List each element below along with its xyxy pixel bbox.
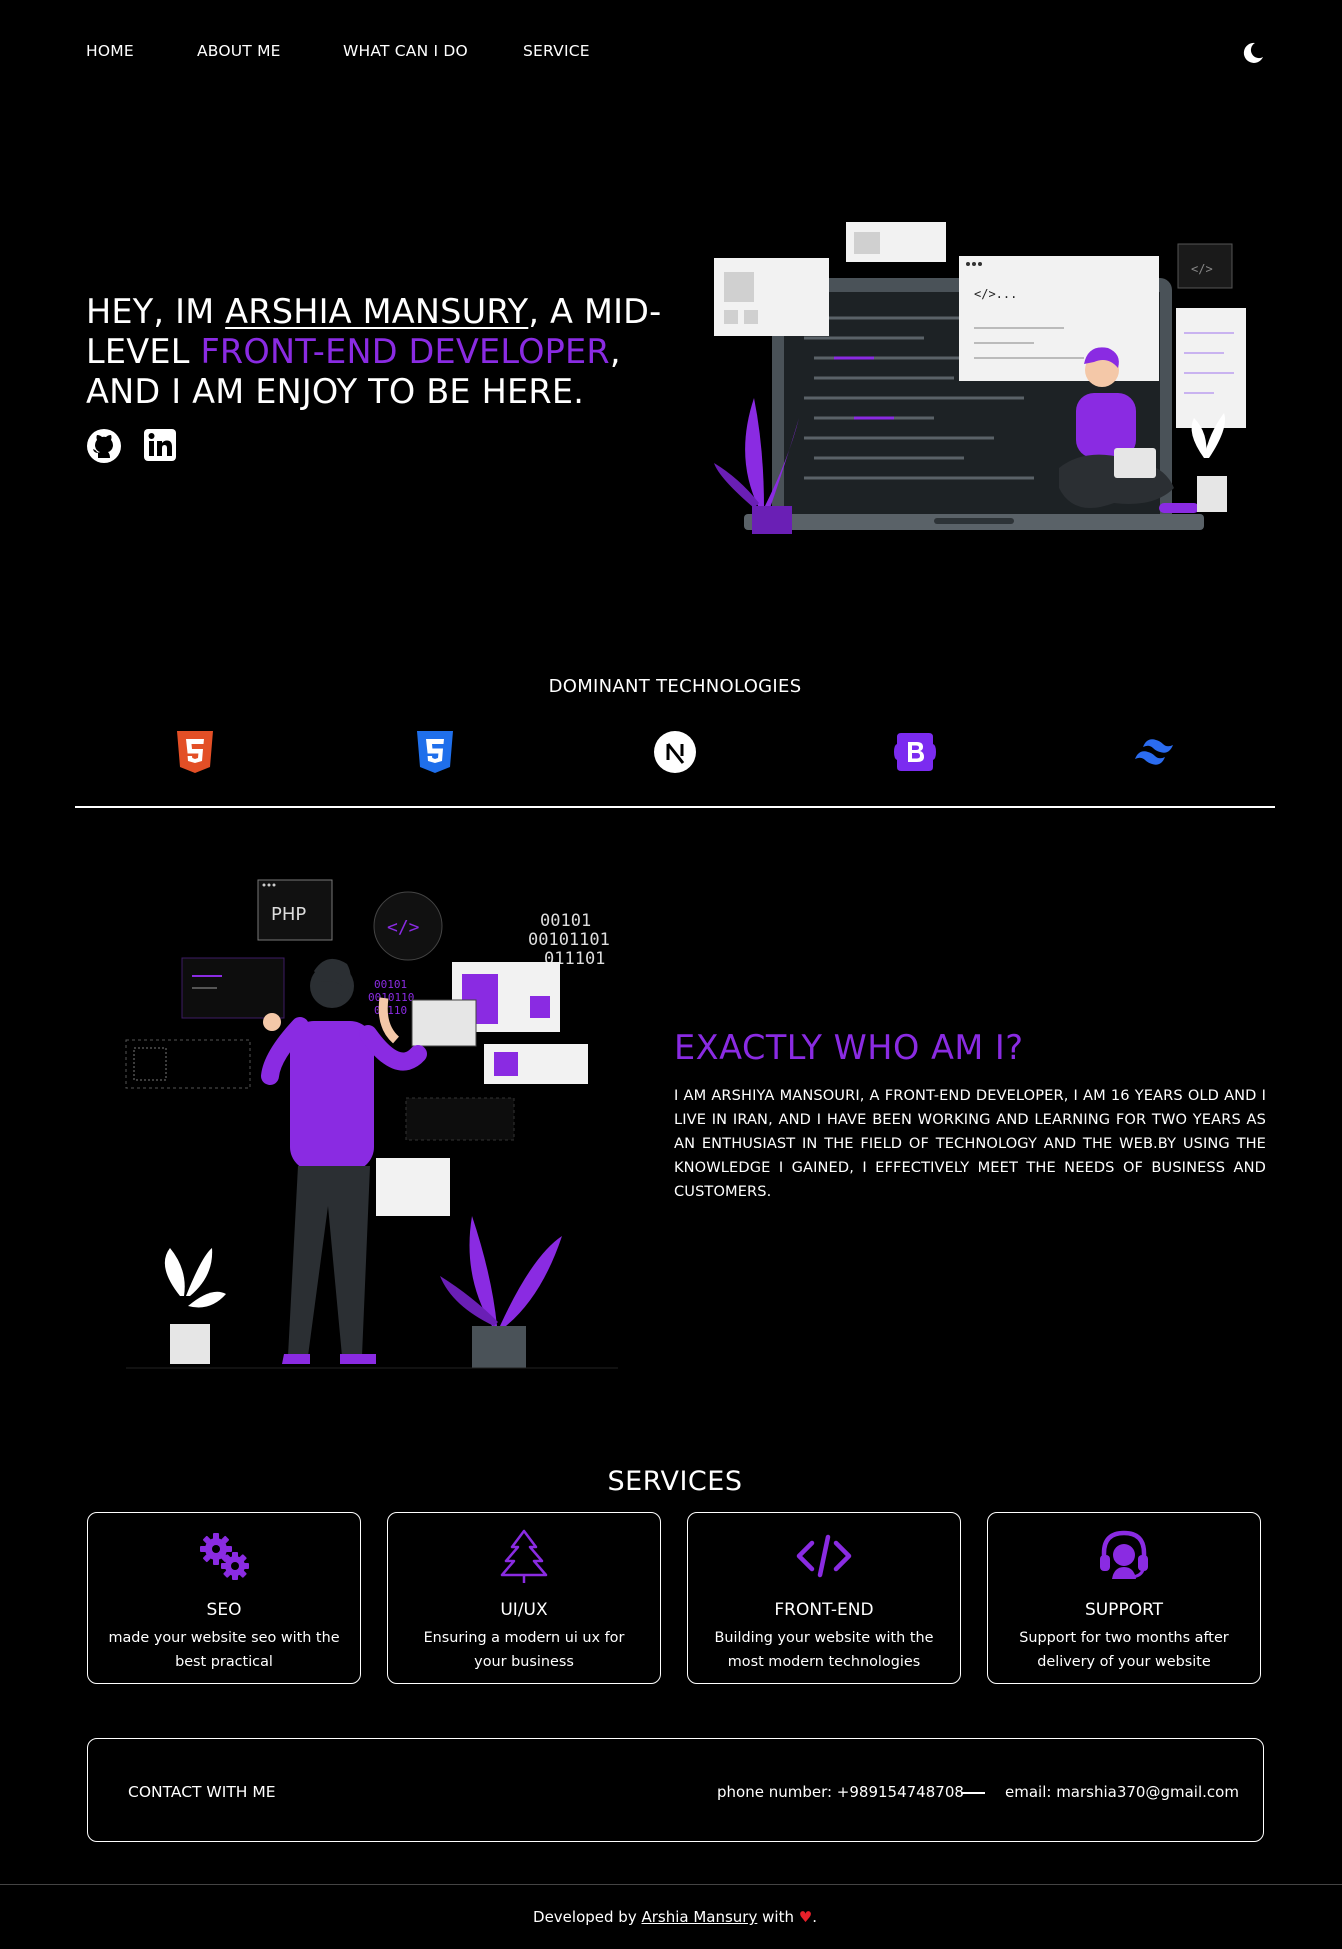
about-paragraph: I AM ARSHIYA MANSOURI, A FRONT-END DEVEL…: [674, 1087, 1266, 1200]
binary-small-1: 00101: [374, 978, 407, 991]
tailwind-icon: [1135, 739, 1173, 765]
nav-home-link[interactable]: HOME: [86, 42, 134, 60]
service-title: SEO: [206, 1600, 242, 1620]
hero-text-part: AND I AM ENJOY TO BE HERE.: [86, 372, 585, 411]
service-card-support: SUPPORT Support for two months after del…: [987, 1512, 1261, 1684]
github-icon[interactable]: [86, 428, 122, 464]
heart-icon: ♥: [798, 1908, 813, 1926]
php-label: PHP: [271, 904, 306, 925]
gears-icon: [200, 1533, 249, 1580]
hero-text-part: HEY, IM: [86, 292, 226, 331]
service-desc: Ensuring a modern ui ux for your busines…: [423, 1630, 625, 1670]
hero-text-part: LEVEL: [86, 332, 201, 371]
headset-icon: [1100, 1530, 1148, 1579]
hero-text-part: ,: [609, 332, 621, 371]
nextjs-icon: [654, 731, 696, 773]
developer-standing-illustration: PHP </> 00101 00101101 011101 00101 0010…: [125, 879, 618, 1369]
contact-box: CONTACT WITH ME phone number: +989154748…: [87, 1738, 1264, 1842]
binary-small-2: 0010110: [368, 991, 414, 1004]
binary-text-1: 00101: [540, 911, 591, 931]
hero-heading: HEY, IM ARSHIA MANSURY, A MID- LEVEL FRO…: [86, 292, 686, 412]
services-title: SERVICES: [607, 1466, 743, 1497]
svg-text:</>: </>: [387, 917, 420, 938]
footer-author-link[interactable]: Arshia Mansury: [641, 1908, 757, 1926]
service-title: SUPPORT: [1084, 1600, 1164, 1620]
service-card-seo: SEO made your website seo with the best …: [87, 1512, 361, 1684]
nav-what-can-i-do-link[interactable]: WHAT CAN I DO: [343, 42, 468, 60]
footer-divider: [0, 1884, 1342, 1885]
service-desc: made your website seo with the best prac…: [108, 1630, 340, 1670]
service-desc: Support for two months after delivery of…: [1019, 1630, 1229, 1670]
service-desc: Building your website with the most mode…: [714, 1630, 934, 1670]
contact-email[interactable]: email: marshia370@gmail.com: [1005, 1783, 1239, 1801]
technologies-title: DOMINANT TECHNOLOGIES: [548, 676, 802, 697]
bootstrap-icon: [894, 733, 936, 771]
section-divider: [75, 806, 1275, 808]
contact-phone[interactable]: phone number: +989154748708: [717, 1783, 964, 1801]
svg-text:</>...: </>...: [974, 287, 1017, 301]
nav-service-link[interactable]: SERVICE: [523, 42, 590, 60]
contact-separator: [961, 1792, 985, 1794]
service-card-uiux: UI/UX Ensuring a modern ui ux for your b…: [387, 1512, 661, 1684]
contact-label: CONTACT WITH ME: [128, 1783, 276, 1801]
code-icon: [796, 1534, 852, 1578]
html5-icon: [177, 731, 213, 773]
footer-text: Developed by: [533, 1908, 642, 1926]
footer-text: with: [757, 1908, 799, 1926]
linkedin-icon[interactable]: [143, 428, 177, 462]
service-title: FRONT-END: [774, 1600, 874, 1620]
css3-icon: [417, 731, 453, 773]
about-title: EXACTLY WHO AM I?: [674, 1028, 1024, 1067]
binary-text-2: 00101101: [528, 930, 610, 950]
hero-text-part: , A MID-: [528, 292, 662, 331]
moon-icon[interactable]: [1240, 40, 1266, 66]
svg-text:</>: </>: [1191, 262, 1213, 276]
hero-role: FRONT-END DEVELOPER: [200, 332, 610, 371]
developer-with-laptop-illustration: </>... </>: [714, 222, 1246, 534]
footer-text: .: [812, 1908, 817, 1926]
tree-icon: [500, 1529, 548, 1583]
service-card-frontend: FRONT-END Building your website with the…: [687, 1512, 961, 1684]
footer: Developed by Arshia Mansury with ♥.: [0, 1908, 1342, 1926]
service-title: UI/UX: [500, 1600, 548, 1620]
hero-name: ARSHIA MANSURY: [225, 292, 529, 331]
nav-about-link[interactable]: ABOUT ME: [197, 42, 281, 60]
